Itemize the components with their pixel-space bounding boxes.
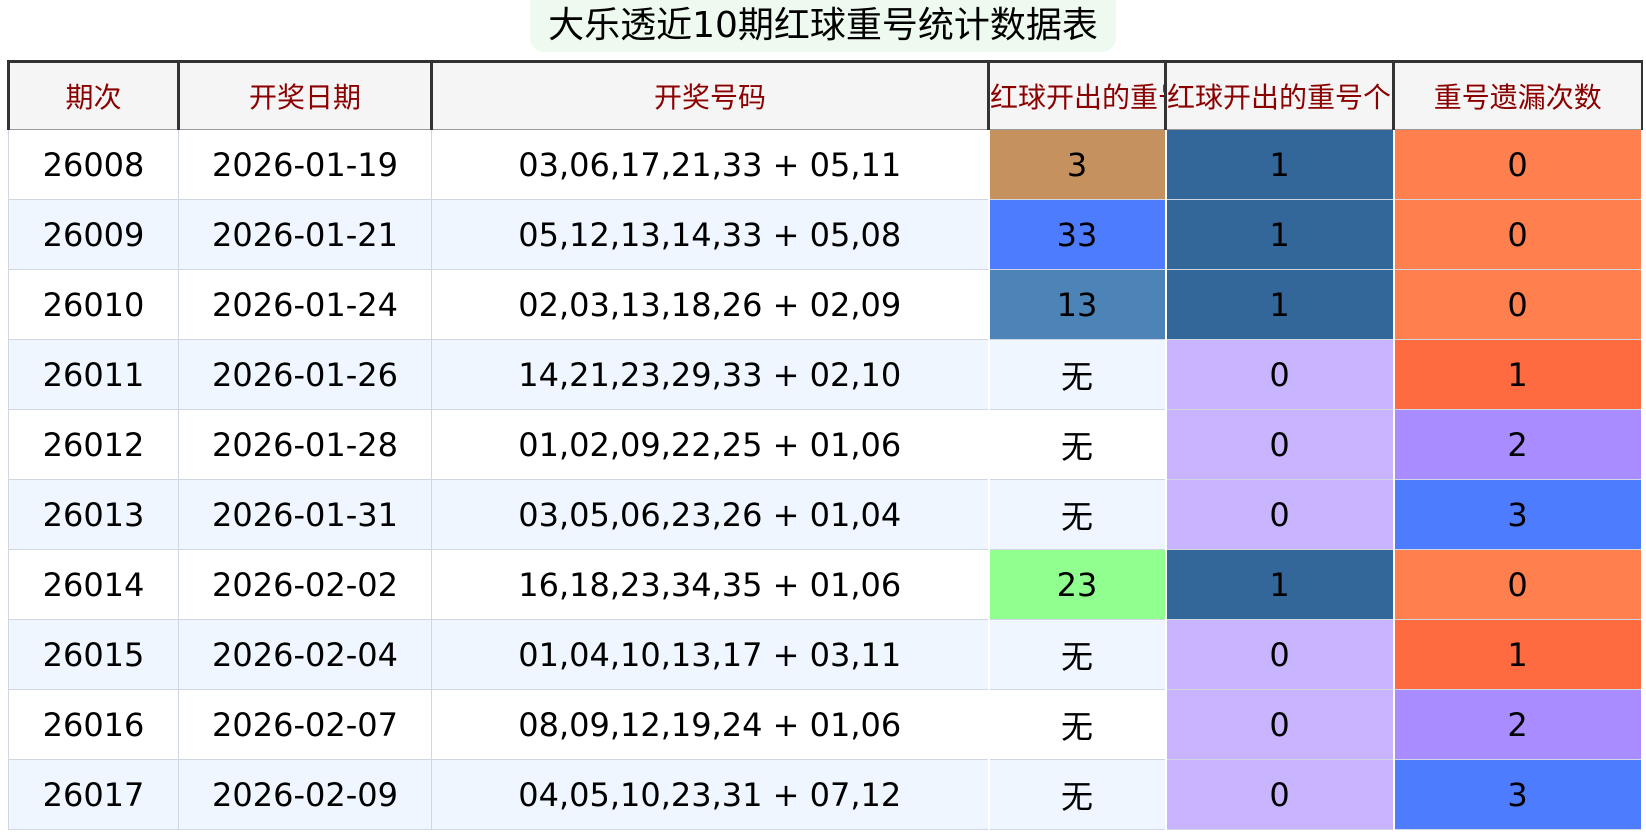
cell-repeat-count: 1 [1164,549,1395,620]
cell-repeat-count: 0 [1164,409,1395,480]
cell-date: 2026-01-28 [178,409,432,480]
table-row: 26016 2026-02-07 08,09,12,19,24 + 01,06 无 0 2 [8,689,1643,760]
cell-repeat-count: 0 [1164,689,1395,760]
table-row: 26014 2026-02-02 16,18,23,34,35 + 01,06 23 1… [8,549,1643,620]
table-row: 26013 2026-01-31 03,05,06,23,26 + 01,04 无 0 3 [8,479,1643,550]
cell-numbers: 08,09,12,19,24 + 01,06 [431,689,989,760]
header-numbers: 开奖号码 [430,60,990,130]
cell-issue: 26013 [8,479,179,550]
cell-repeat: 无 [987,689,1167,760]
cell-repeat: 23 [987,549,1167,620]
page-title: 大乐透近10期红球重号统计数据表 [530,0,1116,52]
cell-date: 2026-02-02 [178,549,432,620]
cell-repeat: 33 [987,199,1167,270]
cell-issue: 26014 [8,549,179,620]
cell-repeat-count: 1 [1164,199,1395,270]
cell-miss-count: 1 [1392,619,1643,690]
header-miss: 重号遗漏次数 [1392,60,1643,130]
cell-repeat: 无 [987,479,1167,550]
data-table: 期次 开奖日期 开奖号码 红球开出的重号 红球开出的重号个数 重号遗漏次数 26… [7,60,1643,830]
cell-repeat: 3 [987,129,1167,200]
header-count: 红球开出的重号个数 [1164,60,1395,130]
cell-numbers: 16,18,23,34,35 + 01,06 [431,549,989,620]
header-repeat-label: 红球开出的重号 [990,81,1163,114]
cell-date: 2026-01-19 [178,129,432,200]
cell-date: 2026-01-26 [178,339,432,410]
table-header-row: 期次 开奖日期 开奖号码 红球开出的重号 红球开出的重号个数 重号遗漏次数 [7,60,1643,130]
cell-issue: 26015 [8,619,179,690]
cell-miss-count: 2 [1392,689,1643,760]
cell-miss-count: 0 [1392,129,1643,200]
cell-numbers: 03,06,17,21,33 + 05,11 [431,129,989,200]
cell-repeat-count: 0 [1164,339,1395,410]
cell-issue: 26008 [8,129,179,200]
cell-numbers: 03,05,06,23,26 + 01,04 [431,479,989,550]
cell-numbers: 02,03,13,18,26 + 02,09 [431,269,989,340]
cell-date: 2026-02-04 [178,619,432,690]
cell-issue: 26017 [8,759,179,830]
cell-repeat-count: 1 [1164,129,1395,200]
cell-issue: 26012 [8,409,179,480]
table-row: 26008 2026-01-19 03,06,17,21,33 + 05,11 3 1 0 [8,129,1643,200]
cell-numbers: 01,02,09,22,25 + 01,06 [431,409,989,480]
table-body: 26008 2026-01-19 03,06,17,21,33 + 05,11 3 1 0… [8,129,1643,830]
cell-repeat: 13 [987,269,1167,340]
cell-date: 2026-02-09 [178,759,432,830]
cell-date: 2026-01-31 [178,479,432,550]
table-row: 26009 2026-01-21 05,12,13,14,33 + 05,08 33 1… [8,199,1643,270]
cell-miss-count: 3 [1392,759,1643,830]
cell-numbers: 05,12,13,14,33 + 05,08 [431,199,989,270]
cell-repeat: 无 [987,619,1167,690]
table-row: 26010 2026-01-24 02,03,13,18,26 + 02,09 13 1… [8,269,1643,340]
cell-miss-count: 0 [1392,269,1643,340]
cell-issue: 26016 [8,689,179,760]
cell-miss-count: 0 [1392,199,1643,270]
cell-miss-count: 0 [1392,549,1643,620]
cell-miss-count: 1 [1392,339,1643,410]
cell-numbers: 04,05,10,23,31 + 07,12 [431,759,989,830]
table-row: 26015 2026-02-04 01,04,10,13,17 + 03,11 无 0 1 [8,619,1643,690]
cell-repeat: 无 [987,409,1167,480]
cell-date: 2026-01-21 [178,199,432,270]
cell-repeat-count: 0 [1164,479,1395,550]
title-wrap: 大乐透近10期红球重号统计数据表 [0,0,1646,60]
cell-issue: 26009 [8,199,179,270]
table-row: 26011 2026-01-26 14,21,23,29,33 + 02,10 无 0 1 [8,339,1643,410]
cell-repeat-count: 1 [1164,269,1395,340]
cell-issue: 26011 [8,339,179,410]
cell-repeat: 无 [987,759,1167,830]
cell-repeat-count: 0 [1164,759,1395,830]
cell-numbers: 01,04,10,13,17 + 03,11 [431,619,989,690]
header-issue: 期次 [7,60,180,130]
cell-miss-count: 3 [1392,479,1643,550]
table-row: 26012 2026-01-28 01,02,09,22,25 + 01,06 无 0 2 [8,409,1643,480]
header-repeat: 红球开出的重号 [987,60,1167,130]
header-date: 开奖日期 [177,60,433,130]
cell-date: 2026-01-24 [178,269,432,340]
table-row: 26017 2026-02-09 04,05,10,23,31 + 07,12 无 0 3 [8,759,1643,830]
cell-repeat: 无 [987,339,1167,410]
cell-issue: 26010 [8,269,179,340]
cell-date: 2026-02-07 [178,689,432,760]
cell-numbers: 14,21,23,29,33 + 02,10 [431,339,989,410]
cell-miss-count: 2 [1392,409,1643,480]
cell-repeat-count: 0 [1164,619,1395,690]
